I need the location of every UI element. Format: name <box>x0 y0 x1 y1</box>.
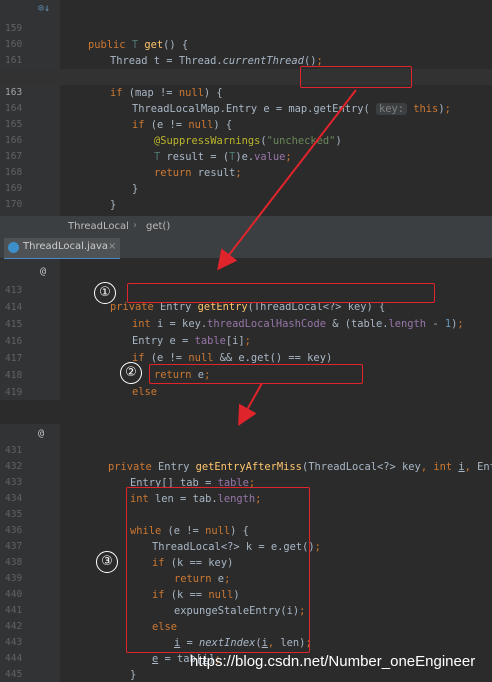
breadcrumb-method[interactable]: get() <box>146 221 170 232</box>
editor-panel-get: ⊙↓ 159 public T get() { 160 Thread t = T… <box>0 0 492 216</box>
code-line[interactable]: 160 Thread t = Thread.currentThread(); <box>0 21 492 67</box>
tab-label: ThreadLocal.java <box>23 241 109 252</box>
code-line[interactable]: 417 return e; <box>0 335 492 381</box>
editor-tab-bar: ThreadLocal.java × <box>0 238 492 261</box>
close-icon[interactable]: × <box>108 238 116 256</box>
breadcrumb: ThreadLocal › get() <box>0 216 492 238</box>
code-line[interactable]: 433 int len = tab.length; <box>0 459 492 505</box>
code-line[interactable]: 159 public T get() { <box>0 5 492 51</box>
breadcrumb-class[interactable]: ThreadLocal <box>68 221 129 232</box>
code-line[interactable]: 170 return setInitialValue(); <box>0 181 492 216</box>
code-line[interactable]: 420 } <box>0 384 492 400</box>
highlight-getentryaftermiss-call <box>149 364 363 384</box>
code-line[interactable]: 415 Entry e = table[i]; <box>0 301 492 347</box>
class-file-icon <box>8 242 19 253</box>
code-line[interactable]: 431 private Entry getEntryAfterMiss(Thre… <box>0 427 492 473</box>
code-line[interactable]: 168 } <box>0 149 492 195</box>
code-line[interactable]: 164 if (e != null) { <box>0 85 492 131</box>
code-line[interactable]: 165 @SuppressWarnings("unchecked") <box>0 101 492 147</box>
breadcrumb-separator: › <box>133 220 137 231</box>
watermark: https://blog.csdn.net/Number_oneEngineer <box>190 653 476 670</box>
code-line[interactable]: 166 T result = (T)e.value; <box>0 117 492 163</box>
code-line[interactable]: 416 if (e != null && e.get() == key) <box>0 318 492 364</box>
step-marker-2: ② <box>120 362 142 384</box>
highlight-hash-index <box>127 283 435 303</box>
code-line[interactable]: 162 if (map != null) { <box>0 53 492 99</box>
step-marker-3: ③ <box>96 551 118 573</box>
code-line[interactable]: 167 return result; <box>0 133 492 179</box>
code-line[interactable]: 413 private Entry getEntry(ThreadLocal<?… <box>0 267 492 313</box>
tab-threadlocal-java[interactable]: ThreadLocal.java × <box>4 238 120 261</box>
code-line[interactable]: 169 } <box>0 165 492 211</box>
step-marker-1: ① <box>94 282 116 304</box>
highlight-map-getentry <box>300 66 412 88</box>
code-line[interactable]: 161 ThreadLocalMap map = getMap(t); <box>0 37 492 83</box>
code-line[interactable]: 171 } <box>0 197 492 216</box>
code-line-current[interactable]: 163 ThreadLocalMap.Entry e = map.getEntr… <box>0 69 492 115</box>
code-line[interactable]: 432 Entry[] tab = table; <box>0 443 492 489</box>
highlight-while-loop <box>126 487 310 653</box>
